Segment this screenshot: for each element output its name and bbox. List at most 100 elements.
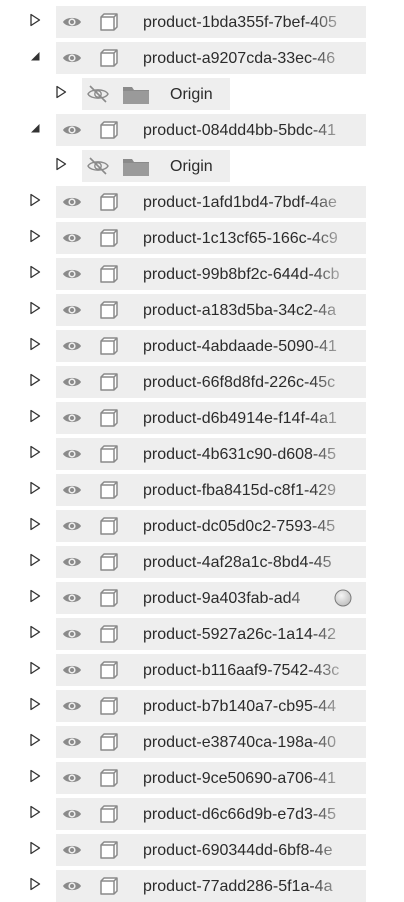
eye-icon[interactable] bbox=[61, 803, 83, 825]
tree-row-product[interactable]: product-4af28a1c-8bd4-45 bbox=[0, 542, 404, 578]
tree-item[interactable]: Origin bbox=[82, 150, 230, 182]
caret-collapsed-icon[interactable] bbox=[28, 409, 42, 423]
caret-collapsed-icon[interactable] bbox=[54, 157, 68, 171]
tree-row-product[interactable]: product-1afd1bd4-7bdf-4ae bbox=[0, 182, 404, 218]
tree-item[interactable]: product-4b631c90-d608-45 bbox=[56, 438, 366, 470]
caret-collapsed-icon[interactable] bbox=[28, 265, 42, 279]
tree-item[interactable]: product-b116aaf9-7542-43c bbox=[56, 654, 366, 686]
eye-icon[interactable] bbox=[61, 623, 83, 645]
eye-icon[interactable] bbox=[61, 191, 83, 213]
tree-item[interactable]: product-a183d5ba-34c2-4a bbox=[56, 294, 366, 326]
tree-item[interactable]: product-5927a26c-1a14-42 bbox=[56, 618, 366, 650]
tree-row-product[interactable]: product-dc05d0c2-7593-45 bbox=[0, 506, 404, 542]
tree-row-product[interactable]: product-b116aaf9-7542-43c bbox=[0, 650, 404, 686]
eye-icon[interactable] bbox=[61, 443, 83, 465]
tree-item[interactable]: product-d6c66d9b-e7d3-45 bbox=[56, 798, 366, 830]
tree-item[interactable]: product-d6b4914e-f14f-4a1 bbox=[56, 402, 366, 434]
tree-item[interactable]: Origin bbox=[82, 78, 230, 110]
caret-collapsed-icon[interactable] bbox=[28, 589, 42, 603]
eye-icon[interactable] bbox=[61, 515, 83, 537]
eye-hidden-icon[interactable] bbox=[86, 83, 109, 105]
tree-item[interactable]: product-084dd4bb-5bdc-41 bbox=[56, 114, 366, 146]
eye-icon[interactable] bbox=[61, 47, 83, 69]
eye-icon[interactable] bbox=[61, 695, 83, 717]
tree-row-product[interactable]: product-e38740ca-198a-40 bbox=[0, 722, 404, 758]
caret-collapsed-icon[interactable] bbox=[28, 373, 42, 387]
tree-row-product[interactable]: product-77add286-5f1a-4a bbox=[0, 866, 404, 902]
tree-item[interactable]: product-77add286-5f1a-4a bbox=[56, 870, 366, 902]
eye-hidden-icon[interactable] bbox=[86, 155, 109, 177]
tree-row-product[interactable]: product-084dd4bb-5bdc-41 bbox=[0, 110, 404, 146]
caret-collapsed-icon[interactable] bbox=[28, 877, 42, 891]
tree-row-origin[interactable]: Origin bbox=[0, 74, 404, 110]
eye-icon[interactable] bbox=[61, 335, 83, 357]
tree-item[interactable]: product-4abdaade-5090-41 bbox=[56, 330, 366, 362]
eye-icon[interactable] bbox=[61, 839, 83, 861]
caret-collapsed-icon[interactable] bbox=[28, 13, 42, 27]
eye-icon[interactable] bbox=[61, 371, 83, 393]
tree-row-product[interactable]: product-4b631c90-d608-45 bbox=[0, 434, 404, 470]
eye-icon[interactable] bbox=[61, 587, 83, 609]
caret-collapsed-icon[interactable] bbox=[28, 697, 42, 711]
caret-collapsed-icon[interactable] bbox=[28, 301, 42, 315]
tree-row-product[interactable]: product-9a403fab-ad4 bbox=[0, 578, 404, 614]
tree-item[interactable]: product-a9207cda-33ec-46 bbox=[56, 42, 366, 74]
tree-row-product[interactable]: product-a183d5ba-34c2-4a bbox=[0, 290, 404, 326]
tree-row-product[interactable]: product-99b8bf2c-644d-4cb bbox=[0, 254, 404, 290]
tree-row-product[interactable]: product-fba8415d-c8f1-429 bbox=[0, 470, 404, 506]
caret-expanded-icon[interactable] bbox=[28, 121, 42, 135]
caret-expanded-icon[interactable] bbox=[28, 49, 42, 63]
caret-collapsed-icon[interactable] bbox=[28, 625, 42, 639]
eye-icon[interactable] bbox=[61, 731, 83, 753]
eye-icon[interactable] bbox=[61, 227, 83, 249]
caret-collapsed-icon[interactable] bbox=[28, 553, 42, 567]
caret-collapsed-icon[interactable] bbox=[28, 517, 42, 531]
tree-item[interactable]: product-b7b140a7-cb95-44 bbox=[56, 690, 366, 722]
tree-item[interactable]: product-4af28a1c-8bd4-45 bbox=[56, 546, 366, 578]
caret-collapsed-icon[interactable] bbox=[28, 481, 42, 495]
status-circle-icon[interactable] bbox=[334, 589, 352, 607]
caret-collapsed-icon[interactable] bbox=[28, 733, 42, 747]
caret-collapsed-icon[interactable] bbox=[54, 85, 68, 99]
tree-item[interactable]: product-9a403fab-ad4 bbox=[56, 582, 366, 614]
caret-collapsed-icon[interactable] bbox=[28, 769, 42, 783]
tree-row-product[interactable]: product-1c13cf65-166c-4c9 bbox=[0, 218, 404, 254]
tree-item[interactable]: product-dc05d0c2-7593-45 bbox=[56, 510, 366, 542]
eye-icon[interactable] bbox=[61, 551, 83, 573]
eye-icon[interactable] bbox=[61, 11, 83, 33]
tree-item[interactable]: product-99b8bf2c-644d-4cb bbox=[56, 258, 366, 290]
tree-item[interactable]: product-1c13cf65-166c-4c9 bbox=[56, 222, 366, 254]
tree-item[interactable]: product-e38740ca-198a-40 bbox=[56, 726, 366, 758]
tree-row-product[interactable]: product-d6c66d9b-e7d3-45 bbox=[0, 794, 404, 830]
tree-row-origin[interactable]: Origin bbox=[0, 146, 404, 182]
caret-collapsed-icon[interactable] bbox=[28, 337, 42, 351]
tree-item[interactable]: product-66f8d8fd-226c-45c bbox=[56, 366, 366, 398]
caret-collapsed-icon[interactable] bbox=[28, 661, 42, 675]
caret-collapsed-icon[interactable] bbox=[28, 193, 42, 207]
tree-row-product[interactable]: product-a9207cda-33ec-46 bbox=[0, 38, 404, 74]
caret-collapsed-icon[interactable] bbox=[28, 841, 42, 855]
tree-row-product[interactable]: product-66f8d8fd-226c-45c bbox=[0, 362, 404, 398]
eye-icon[interactable] bbox=[61, 299, 83, 321]
tree-item[interactable]: product-690344dd-6bf8-4e bbox=[56, 834, 366, 866]
eye-icon[interactable] bbox=[61, 263, 83, 285]
tree-item[interactable]: product-1afd1bd4-7bdf-4ae bbox=[56, 186, 366, 218]
eye-icon[interactable] bbox=[61, 875, 83, 897]
caret-collapsed-icon[interactable] bbox=[28, 229, 42, 243]
eye-icon[interactable] bbox=[61, 479, 83, 501]
eye-icon[interactable] bbox=[61, 659, 83, 681]
tree-row-product[interactable]: product-9ce50690-a706-41 bbox=[0, 758, 404, 794]
tree-item[interactable]: product-1bda355f-7bef-405 bbox=[56, 6, 366, 38]
eye-icon[interactable] bbox=[61, 119, 83, 141]
tree-row-product[interactable]: product-1bda355f-7bef-405 bbox=[0, 2, 404, 38]
tree-row-product[interactable]: product-690344dd-6bf8-4e bbox=[0, 830, 404, 866]
tree-row-product[interactable]: product-b7b140a7-cb95-44 bbox=[0, 686, 404, 722]
tree-item[interactable]: product-9ce50690-a706-41 bbox=[56, 762, 366, 794]
eye-icon[interactable] bbox=[61, 407, 83, 429]
caret-collapsed-icon[interactable] bbox=[28, 805, 42, 819]
tree-row-product[interactable]: product-4abdaade-5090-41 bbox=[0, 326, 404, 362]
tree-item[interactable]: product-fba8415d-c8f1-429 bbox=[56, 474, 366, 506]
eye-icon[interactable] bbox=[61, 767, 83, 789]
tree-row-product[interactable]: product-5927a26c-1a14-42 bbox=[0, 614, 404, 650]
caret-collapsed-icon[interactable] bbox=[28, 445, 42, 459]
